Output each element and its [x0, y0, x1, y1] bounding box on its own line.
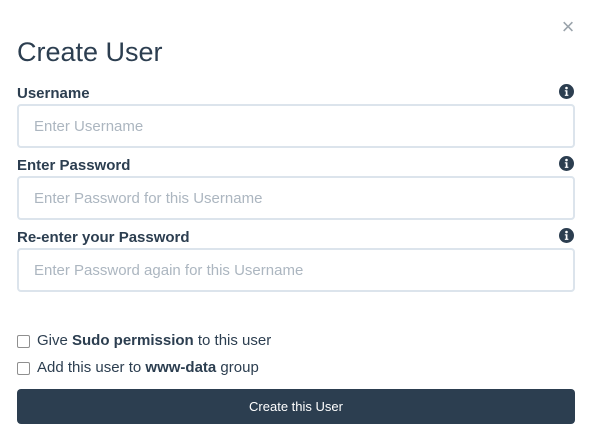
- create-user-modal: × Create User Username Enter Password Re…: [0, 0, 592, 442]
- close-icon[interactable]: ×: [562, 14, 575, 39]
- info-circle-icon[interactable]: [559, 156, 574, 171]
- www-data-group-option[interactable]: Add this user to www-data group: [17, 359, 259, 377]
- username-input[interactable]: [17, 104, 575, 148]
- confirm-password-label: Re-enter your Password: [17, 229, 190, 246]
- info-circle-icon[interactable]: [559, 84, 574, 99]
- sudo-permission-option[interactable]: Give Sudo permission to this user: [17, 332, 271, 350]
- sudo-permission-checkbox[interactable]: [17, 334, 30, 348]
- password-label: Enter Password: [17, 157, 131, 174]
- username-label: Username: [17, 85, 90, 102]
- modal-title: Create User: [17, 37, 163, 67]
- create-user-button[interactable]: Create this User: [17, 389, 575, 424]
- www-data-group-checkbox[interactable]: [17, 361, 30, 375]
- info-circle-icon[interactable]: [559, 228, 574, 243]
- sudo-permission-text: Give Sudo permission to this user: [37, 332, 272, 349]
- close-button[interactable]: ×: [558, 16, 578, 38]
- confirm-password-input[interactable]: [17, 248, 575, 292]
- password-input[interactable]: [17, 176, 575, 220]
- www-data-group-text: Add this user to www-data group: [37, 359, 259, 376]
